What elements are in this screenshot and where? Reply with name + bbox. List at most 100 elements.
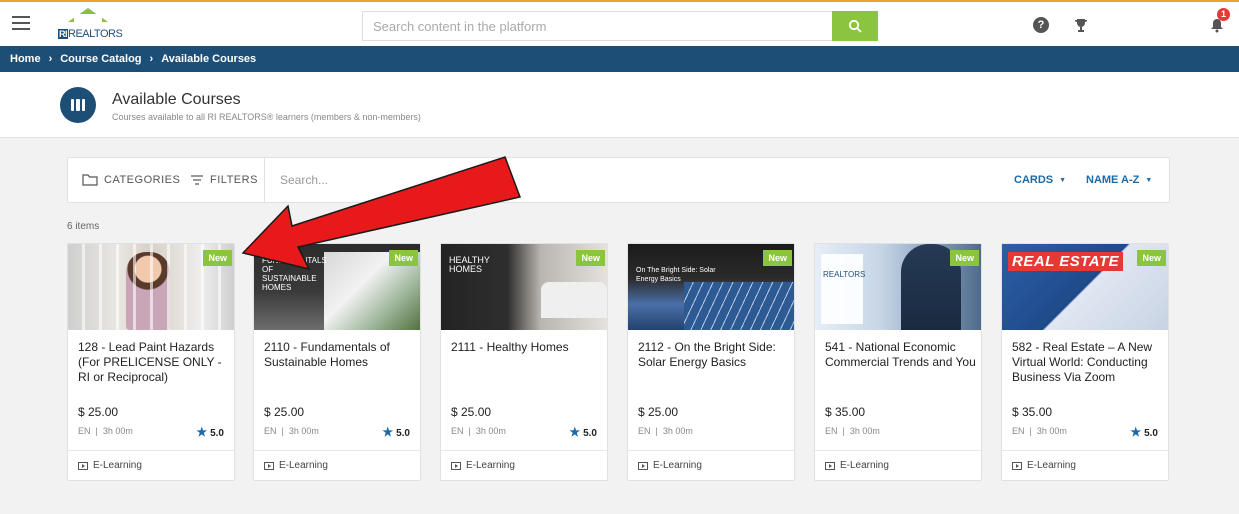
new-badge: New [763, 250, 792, 266]
filter-icon [191, 175, 203, 185]
breadcrumb-separator: › [149, 53, 154, 65]
course-type-label: E-Learning [93, 460, 142, 471]
catalog-search-input[interactable] [280, 167, 780, 193]
course-title[interactable]: 2111 - Healthy Homes [451, 340, 603, 355]
course-title[interactable]: 582 - Real Estate – A New Virtual World:… [1012, 340, 1164, 385]
chevron-down-icon: ▼ [1059, 176, 1067, 184]
course-language: EN [825, 426, 838, 436]
course-meta: EN | 3h 00m [264, 426, 319, 436]
new-badge: New [576, 250, 605, 266]
thumbnail-text: Healthy Homes [449, 255, 490, 274]
filters-button[interactable]: FILTERS [190, 158, 258, 202]
course-card[interactable]: REAL ESTATE New 582 - Real Estate – A Ne… [1001, 243, 1169, 481]
menu-icon[interactable] [12, 16, 30, 30]
folder-icon [82, 174, 98, 186]
course-meta: EN | 3h 00m [825, 426, 880, 436]
breadcrumb: Home › Course Catalog › Available Course… [0, 46, 1239, 72]
thumbnail-text: REAL ESTATE [1008, 252, 1124, 271]
breadcrumb-home[interactable]: Home [10, 53, 41, 65]
e-learning-icon [78, 461, 88, 470]
star-icon: ★ [382, 425, 394, 439]
course-duration: 3h 00m [288, 426, 319, 436]
course-type: E-Learning [628, 450, 794, 480]
course-title[interactable]: 2112 - On the Bright Side: Solar Energy … [638, 340, 790, 370]
course-meta: EN | 3h 00m [78, 426, 133, 436]
course-language: EN [78, 426, 91, 436]
course-type: E-Learning [254, 450, 420, 480]
course-card[interactable]: Healthy Homes New 2111 - Healthy Homes $… [440, 243, 608, 481]
course-title[interactable]: 2110 - Fundamentals of Sustainable Homes [264, 340, 416, 370]
new-badge: New [950, 250, 979, 266]
course-price: $ 35.00 [1012, 405, 1053, 419]
course-rating: ★ 5.0 [382, 425, 410, 439]
star-icon: ★ [1130, 425, 1142, 439]
course-price: $ 25.00 [264, 405, 305, 419]
course-type: E-Learning [815, 450, 981, 480]
filters-label: FILTERS [210, 174, 258, 186]
course-language: EN [264, 426, 277, 436]
breadcrumb-course-catalog[interactable]: Course Catalog [60, 53, 141, 65]
star-icon: ★ [196, 425, 208, 439]
breadcrumb-available-courses[interactable]: Available Courses [161, 53, 256, 65]
search-icon [848, 19, 862, 33]
new-badge: New [203, 250, 232, 266]
view-mode-dropdown[interactable]: CARDS ▼ [1014, 158, 1066, 202]
course-title[interactable]: 541 - National Economic Commercial Trend… [825, 340, 977, 370]
course-card[interactable]: New 128 - Lead Paint Hazards (For PRELIC… [67, 243, 235, 481]
course-price: $ 35.00 [825, 405, 866, 419]
course-meta: EN | 3h 00m [638, 426, 693, 436]
sort-dropdown[interactable]: NAME A-Z ▼ [1086, 158, 1152, 202]
global-search-input[interactable] [363, 12, 833, 40]
rating-value: 5.0 [1144, 428, 1158, 439]
course-rating: ★ 5.0 [569, 425, 597, 439]
course-duration: 3h 00m [475, 426, 506, 436]
page-subtitle: Courses available to all RI REALTORS® le… [112, 112, 421, 122]
course-card[interactable]: Fundamentals of Sustainable Homes New 21… [253, 243, 421, 481]
search-button[interactable] [832, 11, 878, 41]
page-header: Available Courses Courses available to a… [0, 72, 1239, 138]
ri-realtors-logo[interactable]: RIREALTORS [58, 8, 123, 42]
view-mode-label: CARDS [1014, 174, 1054, 186]
e-learning-icon [264, 461, 274, 470]
course-title[interactable]: 128 - Lead Paint Hazards (For PRELICENSE… [78, 340, 230, 385]
items-count: 6 items [67, 221, 100, 232]
catalog-toolbar: CATEGORIES FILTERS CARDS ▼ NAME A-Z ▼ [67, 157, 1170, 203]
catalog-icon [60, 87, 96, 123]
course-language: EN [638, 426, 651, 436]
course-meta: EN | 3h 00m [1012, 426, 1067, 436]
course-card[interactable]: REALTORS New 541 - National Economic Com… [814, 243, 982, 481]
categories-label: CATEGORIES [104, 174, 181, 186]
notification-badge: 1 [1217, 8, 1230, 21]
global-search [362, 11, 878, 41]
course-language: EN [1012, 426, 1025, 436]
thumbnail-text: REALTORS [823, 270, 866, 279]
chevron-down-icon: ▼ [1145, 176, 1153, 184]
course-type: E-Learning [68, 450, 234, 480]
star-icon: ★ [569, 425, 581, 439]
new-badge: New [389, 250, 418, 266]
thumbnail-text: Fundamentals of Sustainable Homes [262, 256, 327, 292]
e-learning-icon [451, 461, 461, 470]
course-type-label: E-Learning [466, 460, 515, 471]
categories-button[interactable]: CATEGORIES [82, 158, 180, 202]
course-type-label: E-Learning [840, 460, 889, 471]
course-duration: 3h 00m [102, 426, 133, 436]
course-card[interactable]: On The Bright Side: Solar Energy Basics … [627, 243, 795, 481]
top-header: RIREALTORS ? 1 [0, 0, 1239, 46]
breadcrumb-separator: › [48, 53, 53, 65]
course-type-label: E-Learning [1027, 460, 1076, 471]
course-duration: 3h 00m [662, 426, 693, 436]
new-badge: New [1137, 250, 1166, 266]
course-rating: ★ 5.0 [1130, 425, 1158, 439]
rating-value: 5.0 [583, 428, 597, 439]
e-learning-icon [825, 461, 835, 470]
course-language: EN [451, 426, 464, 436]
course-price: $ 25.00 [78, 405, 119, 419]
course-rating: ★ 5.0 [196, 425, 224, 439]
course-duration: 3h 00m [849, 426, 880, 436]
course-price: $ 25.00 [451, 405, 492, 419]
rating-value: 5.0 [396, 428, 410, 439]
trophy-icon[interactable] [1071, 15, 1091, 35]
page-title: Available Courses [112, 91, 241, 108]
help-icon[interactable]: ? [1031, 15, 1051, 35]
